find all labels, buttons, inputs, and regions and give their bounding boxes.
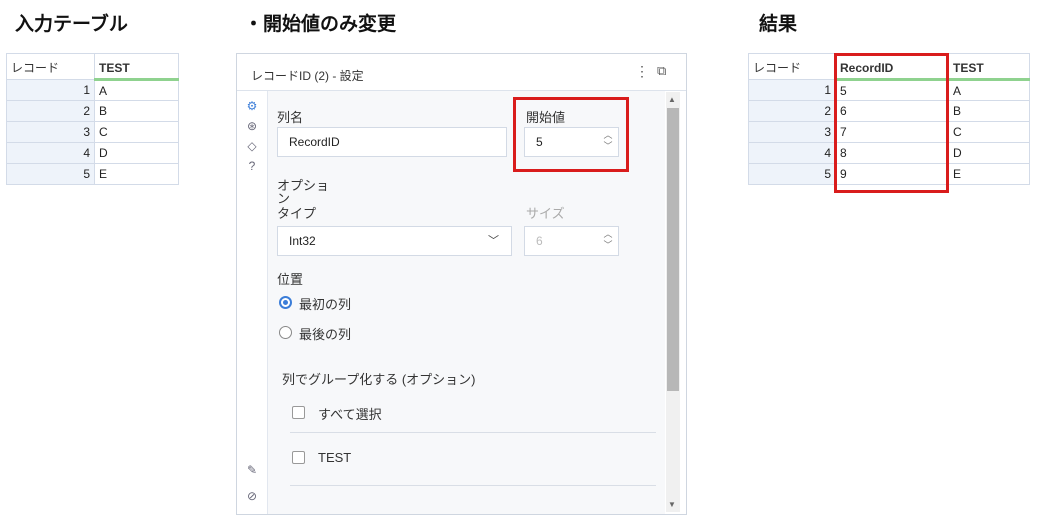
test-cell[interactable]: C — [94, 121, 179, 143]
row-number: 2 — [6, 100, 95, 122]
panel-header: レコードID (2) - 設定 ⋮ ⧉ — [237, 54, 686, 91]
table-row[interactable]: 4 D — [6, 142, 179, 164]
position-first-label[interactable]: 最初の列 — [299, 294, 351, 313]
size-input[interactable]: 6 ︿ ﹀ — [524, 226, 619, 256]
gear-icon[interactable]: ⚙ — [245, 99, 259, 113]
test-cell[interactable]: D — [94, 142, 179, 164]
input-table: レコード TEST 1 A 2 B 3 C 4 D 5 E — [6, 53, 179, 185]
group-field-label[interactable]: TEST — [318, 450, 351, 465]
input-table-heading: 入力テーブル — [15, 13, 128, 35]
column-name-label: 列名 — [277, 110, 304, 125]
row-number: 3 — [6, 121, 95, 143]
row-number: 5 — [748, 163, 836, 185]
type-select-value: Int32 — [289, 234, 316, 248]
popout-icon[interactable]: ⧉ — [657, 63, 666, 79]
test-cell[interactable]: A — [948, 79, 1030, 101]
row-number: 2 — [748, 100, 836, 122]
column-header-test[interactable]: TEST — [94, 53, 179, 81]
size-value-text: 6 — [536, 234, 543, 248]
column-header-record[interactable]: レコード — [748, 53, 836, 80]
column-header-test[interactable]: TEST — [948, 53, 1030, 81]
group-field-checkbox[interactable] — [292, 451, 305, 464]
divider — [290, 432, 656, 433]
row-number: 4 — [6, 142, 95, 164]
pencil-icon[interactable]: ✎ — [245, 463, 259, 477]
start-value-highlight — [513, 97, 629, 172]
test-cell[interactable]: E — [948, 163, 1030, 185]
table-row[interactable]: 2 B — [6, 100, 179, 122]
help-icon[interactable]: ? — [245, 159, 259, 173]
table-row[interactable]: 3 C — [6, 121, 179, 143]
select-all-label[interactable]: すべて選択 — [318, 404, 382, 423]
column-name-input[interactable]: RecordID — [277, 127, 507, 157]
row-number: 1 — [748, 79, 836, 101]
test-cell[interactable]: C — [948, 121, 1030, 143]
table-row[interactable]: 5 E — [6, 163, 179, 185]
group-by-label: 列でグループ化する (オプション) — [282, 372, 476, 387]
divider — [290, 485, 656, 486]
check-circle-icon[interactable]: ⊘ — [245, 489, 259, 503]
type-label: タイプ — [277, 206, 317, 221]
vertical-scrollbar[interactable]: ▲ ▼ — [666, 92, 680, 512]
side-rail: ⚙ ⊛ ◇ ? ✎ ⊘ — [237, 91, 268, 514]
scroll-thumb[interactable] — [667, 108, 679, 391]
position-last-radio[interactable] — [279, 326, 292, 339]
type-select[interactable]: Int32 ﹀ — [277, 226, 512, 256]
options-label: オプション — [277, 178, 330, 206]
annotation-icon[interactable]: ⊛ — [245, 119, 259, 133]
select-all-checkbox[interactable] — [292, 406, 305, 419]
test-cell[interactable]: B — [948, 100, 1030, 122]
test-cell[interactable]: B — [94, 100, 179, 122]
tag-icon[interactable]: ◇ — [245, 139, 259, 153]
row-number: 1 — [6, 79, 95, 101]
chevron-down-icon: ﹀ — [488, 235, 499, 247]
position-first-radio[interactable] — [279, 296, 292, 309]
test-cell[interactable]: D — [948, 142, 1030, 164]
column-header-record[interactable]: レコード — [6, 53, 95, 80]
test-cell[interactable]: E — [94, 163, 179, 185]
panel-title: レコードID (2) - 設定 — [251, 69, 364, 83]
size-stepper[interactable]: ︿ ﹀ — [602, 229, 614, 251]
test-cell[interactable]: A — [94, 79, 179, 101]
position-last-label[interactable]: 最後の列 — [299, 324, 351, 343]
position-label: 位置 — [277, 272, 304, 287]
kebab-menu-icon[interactable]: ⋮ — [635, 63, 649, 80]
result-heading: 結果 — [759, 13, 798, 35]
config-heading: ・開始値のみ変更 — [244, 13, 397, 35]
size-label: サイズ — [526, 206, 565, 221]
row-number: 3 — [748, 121, 836, 143]
row-number: 4 — [748, 142, 836, 164]
table-row[interactable]: 1 A — [6, 79, 179, 101]
scroll-up-arrow-icon[interactable]: ▲ — [668, 95, 676, 104]
row-number: 5 — [6, 163, 95, 185]
recordid-column-highlight — [834, 53, 949, 193]
scroll-down-arrow-icon[interactable]: ▼ — [668, 500, 676, 509]
